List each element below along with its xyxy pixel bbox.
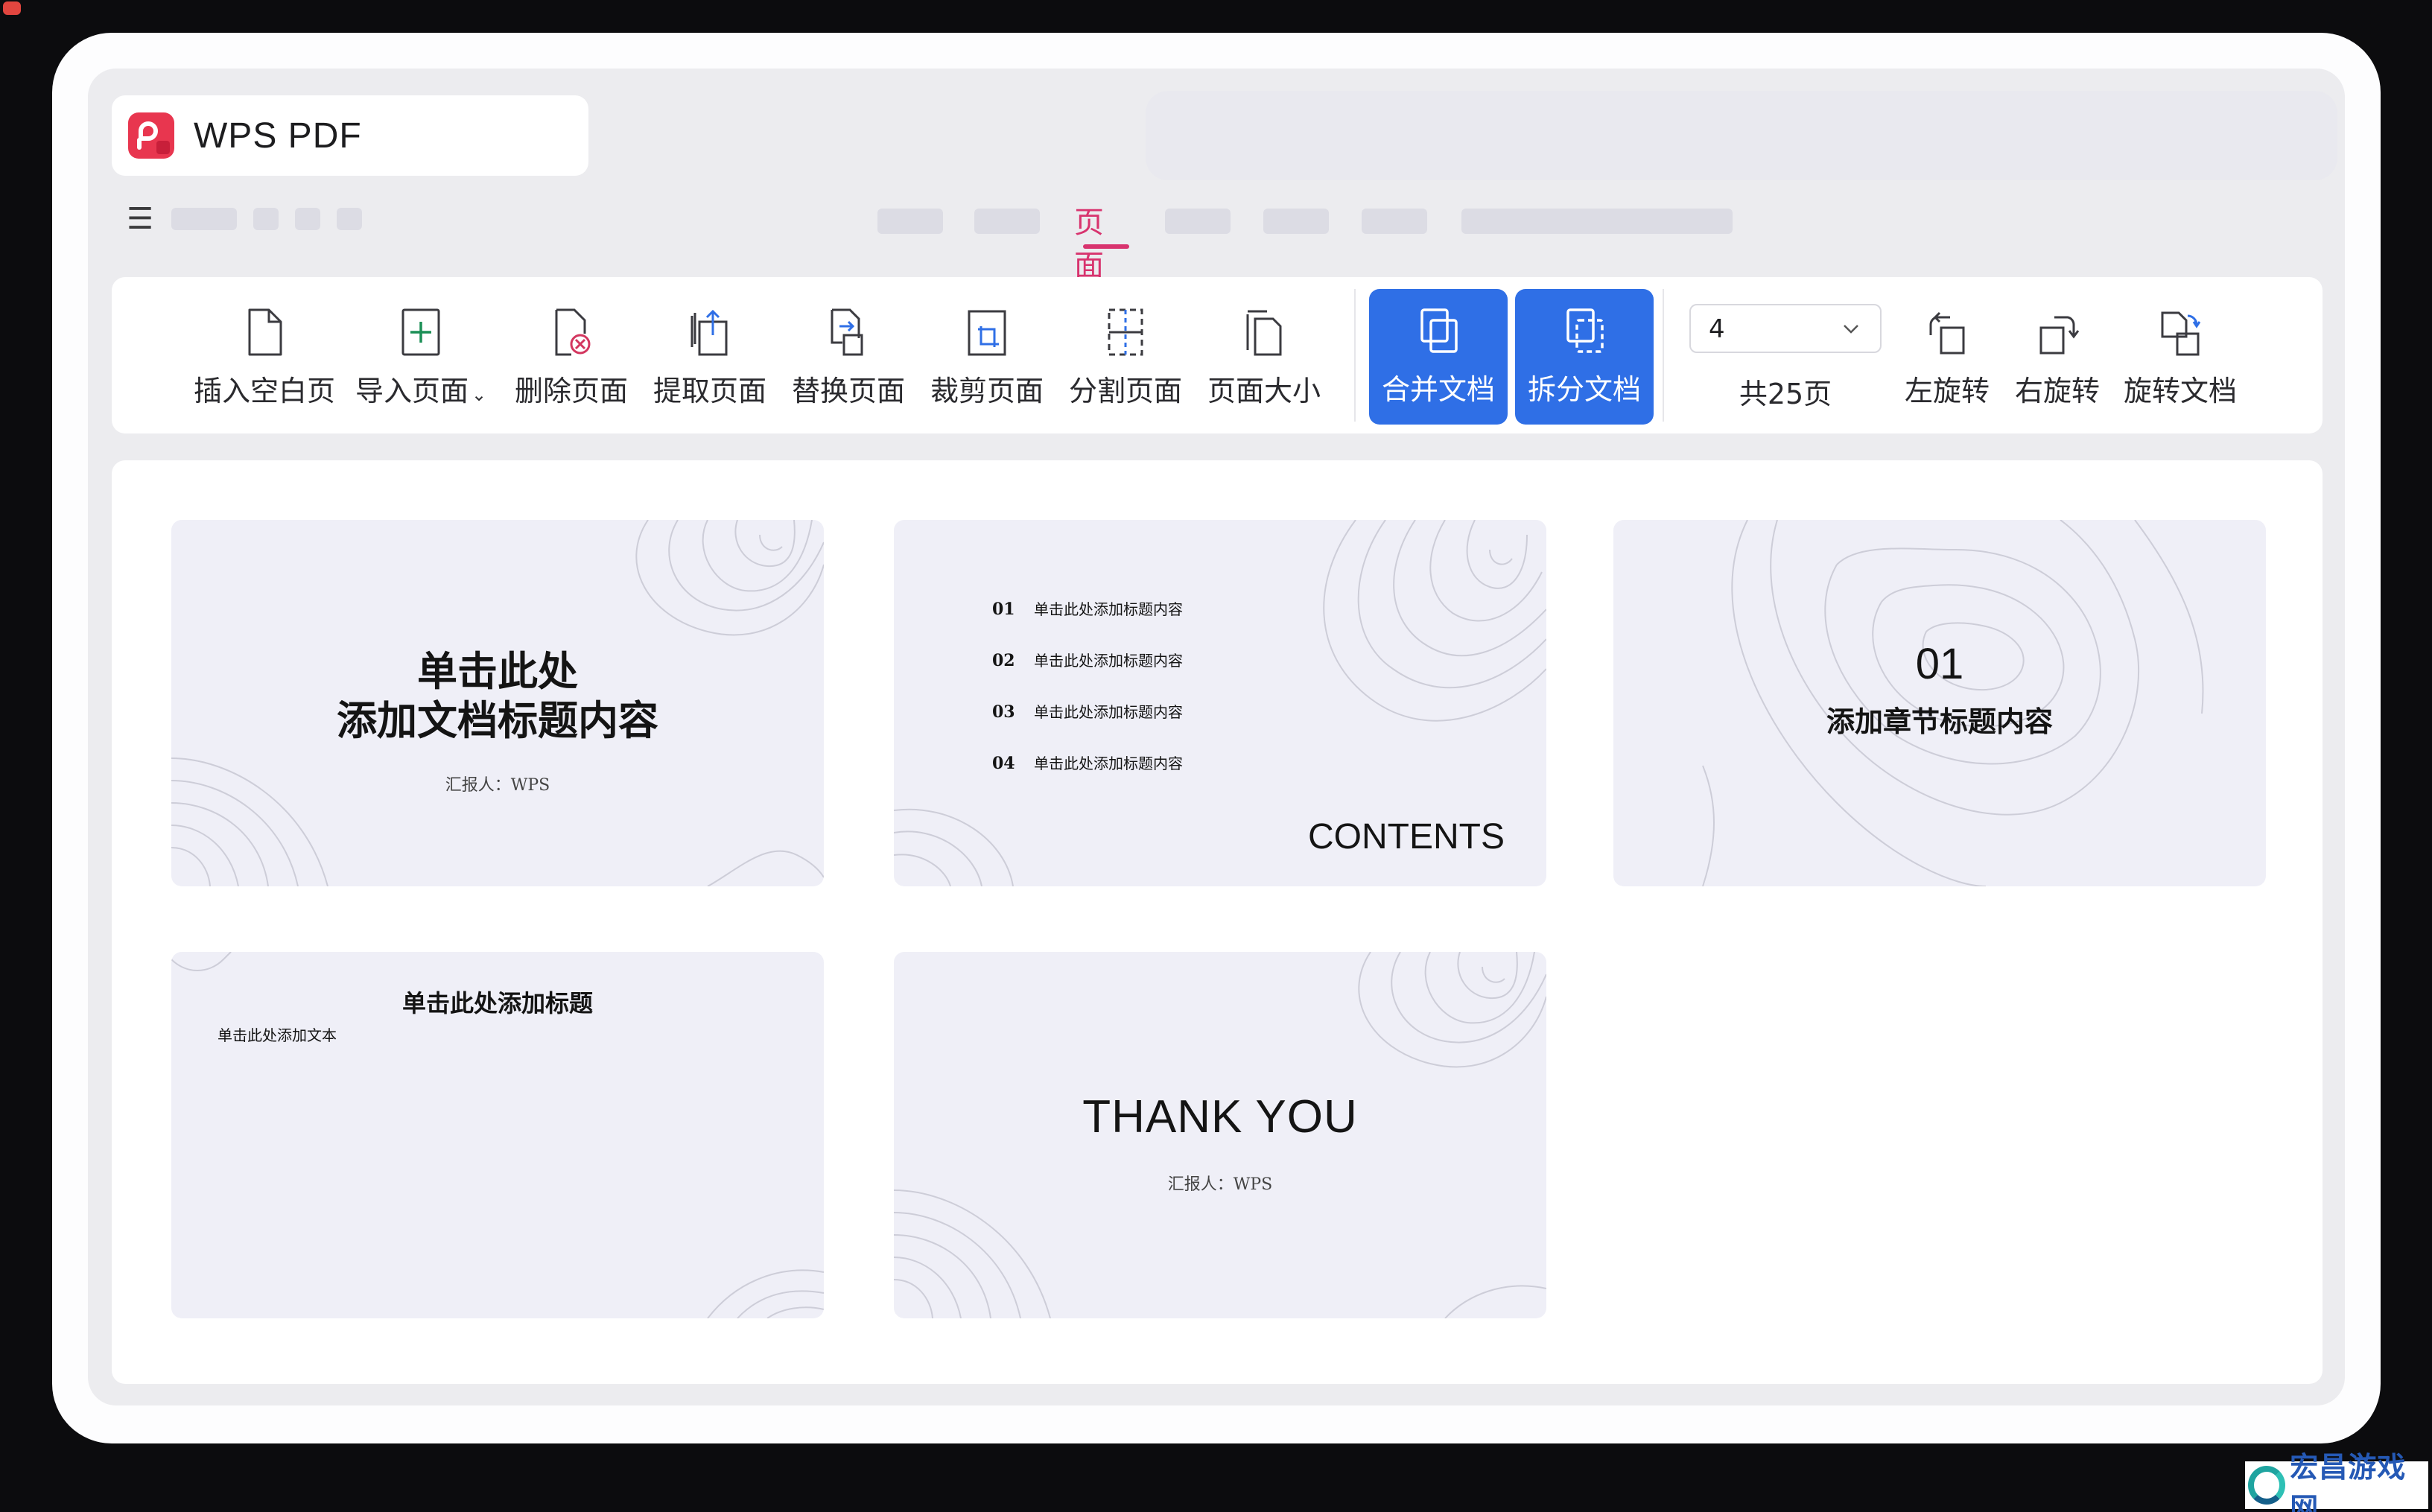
page-toolbar: 插入空白页 导入页面 ⌄ 删除页面 提取页面 替换页面 裁剪页面 分割页面 页面… xyxy=(112,277,2323,433)
site-watermark: 宏昌游戏网 xyxy=(2245,1451,2428,1512)
page-number-value: 4 xyxy=(1709,314,1725,344)
rotate-document-button[interactable]: 旋转文档 xyxy=(2117,277,2244,433)
tab-placeholder[interactable] xyxy=(1461,209,1733,234)
import-page-button[interactable]: 导入页面 ⌄ xyxy=(350,277,492,433)
tab-page[interactable]: 页面 xyxy=(1074,198,1104,285)
item-text: 单击此处添加标题内容 xyxy=(1034,755,1183,772)
rotate-right-button[interactable]: 右旋转 xyxy=(2005,277,2109,433)
crop-page-label: 裁剪页面 xyxy=(930,375,1044,407)
page-total: 共25页 xyxy=(1739,378,1832,410)
merge-document-button[interactable]: 合并文档 xyxy=(1369,289,1508,425)
chevron-down-icon xyxy=(1844,325,1858,334)
page-thumbnail-canvas: 单击此处 添加文档标题内容 汇报人：WPS 01 单击此处添加标题内容 02 单… xyxy=(112,460,2323,1384)
slide-body-text: 单击此处添加文本 xyxy=(218,1026,337,1044)
slide-reporter: 汇报人：WPS xyxy=(445,776,550,795)
quick-action-placeholder[interactable] xyxy=(337,208,362,230)
insert-blank-page-button[interactable]: 插入空白页 xyxy=(194,277,336,433)
page-thumbnail-2[interactable]: 01 单击此处添加标题内容 02 单击此处添加标题内容 03 单击此处添加标题内容 0… xyxy=(894,520,1546,886)
crop-page-icon xyxy=(968,310,1006,356)
rotate-right-icon xyxy=(2039,316,2080,355)
tab-placeholder[interactable] xyxy=(974,209,1040,234)
blank-page-icon xyxy=(248,308,282,356)
tab-placeholder[interactable] xyxy=(1263,209,1329,234)
tab-placeholder[interactable] xyxy=(1165,209,1231,234)
import-page-icon xyxy=(401,308,440,356)
slide-title-line: 单击此处 xyxy=(417,647,578,695)
contents-heading: CONTENTS xyxy=(1308,817,1505,857)
split-page-label: 分割页面 xyxy=(1068,375,1182,407)
item-number: 04 xyxy=(992,754,1015,773)
page-thumbnail-1[interactable]: 单击此处 添加文档标题内容 汇报人：WPS xyxy=(171,520,824,886)
page-size-button[interactable]: 页面大小 xyxy=(1195,277,1333,433)
extract-page-label: 提取页面 xyxy=(653,375,766,407)
chevron-down-icon: ⌄ xyxy=(471,384,487,405)
replace-page-button[interactable]: 替换页面 xyxy=(779,277,918,433)
slide-title-line: 添加文档标题内容 xyxy=(337,696,658,744)
slide-title: THANK YOU xyxy=(1082,1091,1358,1143)
page-thumbnail-5[interactable]: THANK YOU 汇报人：WPS xyxy=(894,952,1546,1318)
tab-placeholder[interactable] xyxy=(877,209,943,234)
app-window: WPS PDF ☰ 页面 插入空白页 导入页面 ⌄ 删除页面 提取页面 替换页面… xyxy=(88,69,2345,1405)
delete-page-icon xyxy=(555,308,591,356)
split-page-button[interactable]: 分割页面 xyxy=(1056,277,1195,433)
merge-document-label: 合并文档 xyxy=(1381,373,1495,406)
item-text: 单击此处添加标题内容 xyxy=(1034,600,1183,618)
merge-document-icon xyxy=(1420,308,1458,353)
slide-title: 单击此处添加标题 xyxy=(401,989,593,1017)
corner-badge xyxy=(3,1,21,15)
split-document-button[interactable]: 拆分文档 xyxy=(1515,289,1654,425)
rotate-left-icon xyxy=(1929,311,1965,355)
tab-placeholder[interactable] xyxy=(1362,209,1427,234)
app-name: WPS PDF xyxy=(194,115,362,156)
rotate-left-label: 左旋转 xyxy=(1904,375,1990,407)
list-item: 02 单击此处添加标题内容 xyxy=(992,649,1183,670)
list-item: 01 单击此处添加标题内容 xyxy=(992,597,1183,619)
split-page-icon xyxy=(1108,308,1143,356)
title-bar-blur xyxy=(1146,91,2337,180)
section-number: 01 xyxy=(1915,640,1964,688)
item-number: 01 xyxy=(992,600,1015,619)
import-page-label: 导入页面 ⌄ xyxy=(355,375,487,407)
item-number: 02 xyxy=(992,651,1015,670)
replace-page-icon xyxy=(831,308,863,356)
item-text: 单击此处添加标题内容 xyxy=(1034,652,1183,670)
toolbar-divider xyxy=(1354,289,1356,422)
toolbar-divider xyxy=(1663,289,1664,422)
watermark-logo-icon xyxy=(2248,1466,2286,1505)
delete-page-label: 删除页面 xyxy=(514,375,628,407)
quick-action-placeholder[interactable] xyxy=(295,208,320,230)
page-size-icon xyxy=(1246,310,1282,356)
page-thumbnail-3[interactable]: 01 添加章节标题内容 xyxy=(1613,520,2266,886)
insert-blank-page-label: 插入空白页 xyxy=(194,375,336,407)
quick-menu-row: ☰ xyxy=(125,203,362,235)
split-document-icon xyxy=(1566,308,1604,353)
quick-action-placeholder[interactable] xyxy=(253,208,279,230)
extract-page-button[interactable]: 提取页面 xyxy=(641,277,779,433)
split-document-label: 拆分文档 xyxy=(1527,373,1641,406)
watermark-text: 宏昌游戏网 xyxy=(2290,1451,2407,1512)
item-text: 单击此处添加标题内容 xyxy=(1034,703,1183,721)
extract-page-icon xyxy=(690,309,728,356)
delete-page-button[interactable]: 删除页面 xyxy=(502,277,641,433)
rotate-document-label: 旋转文档 xyxy=(2123,375,2237,407)
crop-page-button[interactable]: 裁剪页面 xyxy=(918,277,1056,433)
menu-placeholder[interactable] xyxy=(171,208,237,230)
replace-page-label: 替换页面 xyxy=(791,375,905,407)
section-title: 添加章节标题内容 xyxy=(1826,705,2053,738)
page-number-select[interactable]: 4 xyxy=(1689,304,1882,353)
hamburger-menu-icon[interactable]: ☰ xyxy=(125,204,155,234)
wps-pdf-logo-icon xyxy=(128,112,174,159)
active-tab-indicator xyxy=(1083,244,1129,249)
list-item: 04 单击此处添加标题内容 xyxy=(992,752,1183,773)
page-thumbnail-4[interactable]: 单击此处添加标题 单击此处添加文本 xyxy=(171,952,824,1318)
rotate-left-button[interactable]: 左旋转 xyxy=(1889,277,2005,433)
page-size-label: 页面大小 xyxy=(1207,375,1321,407)
slide-reporter: 汇报人：WPS xyxy=(1167,1175,1273,1194)
rotate-document-icon xyxy=(2161,311,2201,356)
rotate-right-label: 右旋转 xyxy=(2014,375,2100,407)
app-title-bar: WPS PDF xyxy=(112,95,588,176)
list-item: 03 单击此处添加标题内容 xyxy=(992,700,1183,722)
slide-title: 单击此处 添加文档标题内容 xyxy=(171,647,824,745)
item-number: 03 xyxy=(992,702,1015,722)
